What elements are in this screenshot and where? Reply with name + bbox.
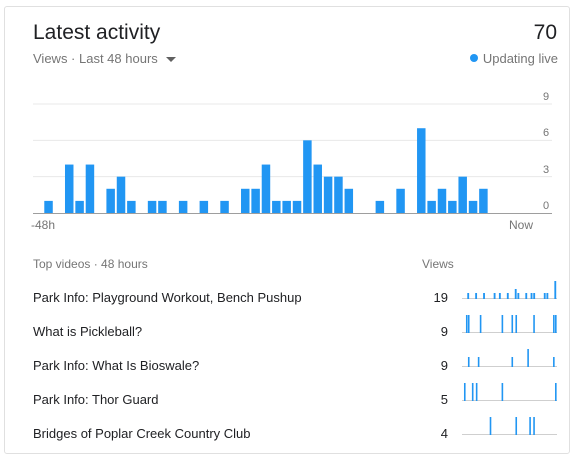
chart-bar[interactable]: [468, 200, 478, 213]
sparkline-bar: [465, 315, 468, 333]
sparkline-bar: [467, 293, 470, 299]
video-views: 9: [440, 324, 448, 339]
chart-bar[interactable]: [396, 188, 405, 213]
chart-bar[interactable]: [199, 200, 209, 213]
sparkline-bar: [533, 315, 535, 333]
sparkline-bar: [471, 383, 474, 401]
sparkline-bar: [479, 315, 482, 333]
chart-bar[interactable]: [437, 188, 447, 213]
sparkline-bar: [525, 293, 528, 299]
sparkline-bar: [511, 315, 514, 333]
x-axis-start-label: -48h: [31, 218, 56, 232]
sparkline-bar: [493, 293, 496, 299]
chart-bar[interactable]: [85, 164, 95, 213]
chart-bar[interactable]: [313, 164, 322, 213]
sparkline-bar: [483, 293, 485, 299]
sparkline-bar: [463, 383, 466, 401]
top-videos-header: Top videos · 48 hours: [33, 257, 148, 271]
video-sparkline: [462, 417, 557, 435]
sparkline-bar: [501, 383, 504, 401]
chart-bar[interactable]: [64, 164, 74, 213]
sparkline-bar: [475, 383, 478, 401]
sparkline-bar: [546, 293, 549, 299]
x-axis-end-label: Now: [508, 218, 533, 232]
video-row[interactable]: Bridges of Poplar Creek Country Club 4: [0, 417, 570, 460]
chart-bar[interactable]: [417, 128, 426, 213]
chart-bar[interactable]: [458, 176, 467, 213]
sparkline-bar: [533, 293, 536, 299]
sparkline-bar: [475, 293, 478, 299]
chart-bar[interactable]: [251, 188, 260, 213]
chart-bar[interactable]: [44, 200, 53, 213]
sparkline-bar: [511, 357, 514, 367]
chart-bar[interactable]: [116, 176, 126, 213]
chart-bar[interactable]: [334, 176, 343, 213]
sparkline-bar: [527, 349, 529, 367]
y-tick-label: 9: [543, 91, 550, 103]
sparkline-bar: [517, 293, 520, 299]
chart-bar[interactable]: [220, 200, 229, 213]
y-tick-label: 3: [543, 164, 550, 176]
sparkline-bar: [529, 417, 531, 435]
chart-bar[interactable]: [127, 200, 136, 213]
chart-bar[interactable]: [375, 200, 385, 213]
sparkline-bar: [477, 357, 480, 367]
chart-bar[interactable]: [147, 200, 157, 213]
sparkline-bar: [498, 293, 501, 299]
sparkline-bar: [553, 315, 555, 333]
chart-bar[interactable]: [158, 200, 167, 213]
video-sparkline: [462, 349, 557, 367]
activity-bar-chart: [33, 103, 552, 214]
chart-bar[interactable]: [261, 164, 271, 213]
sparkline-bar: [467, 357, 470, 367]
sparkline-bar: [506, 293, 509, 299]
chart-bar[interactable]: [448, 200, 457, 213]
sparkline-bar: [543, 293, 546, 299]
video-sparkline: [462, 383, 557, 401]
video-views: 5: [440, 392, 448, 407]
sparkline-bar: [489, 417, 492, 435]
video-title[interactable]: What is Pickleball?: [33, 324, 142, 339]
chart-bar[interactable]: [303, 140, 312, 213]
sparkline-bar: [554, 281, 557, 299]
video-views: 4: [440, 426, 448, 441]
sparkline-bar: [555, 315, 557, 333]
chart-bar[interactable]: [75, 200, 84, 213]
sparkline-bar: [515, 417, 518, 435]
video-title[interactable]: Bridges of Poplar Creek Country Club: [33, 426, 251, 441]
video-sparkline: [462, 281, 557, 299]
video-views: 9: [440, 358, 448, 373]
chart-bar[interactable]: [282, 200, 291, 213]
chart-bar[interactable]: [241, 188, 250, 213]
chart-bar[interactable]: [323, 176, 333, 213]
sparkline-bar: [555, 383, 557, 401]
video-title[interactable]: Park Info: What Is Bioswale?: [33, 358, 199, 373]
chart-bar[interactable]: [344, 188, 354, 213]
chart-bar[interactable]: [272, 200, 281, 213]
chart-bar[interactable]: [427, 200, 436, 213]
chart-bar[interactable]: [178, 200, 188, 213]
y-tick-label: 6: [543, 127, 550, 139]
sparkline-bar: [553, 357, 555, 367]
sparkline-bar: [501, 315, 504, 333]
y-tick-label: 0: [543, 200, 550, 212]
views-column-header: Views: [422, 257, 454, 271]
chart-bar[interactable]: [479, 188, 488, 213]
video-title[interactable]: Park Info: Playground Workout, Bench Pus…: [33, 290, 302, 305]
chart-bar[interactable]: [292, 200, 302, 213]
sparkline-bar: [533, 417, 535, 435]
sparkline-bar: [530, 293, 533, 299]
chart-bar[interactable]: [106, 188, 115, 213]
sparkline-bar: [467, 315, 470, 333]
video-sparkline: [462, 315, 557, 333]
video-title[interactable]: Park Info: Thor Guard: [33, 392, 159, 407]
sparkline-bar: [515, 315, 518, 333]
video-views: 19: [433, 290, 448, 305]
sparkline-bar: [514, 289, 517, 299]
